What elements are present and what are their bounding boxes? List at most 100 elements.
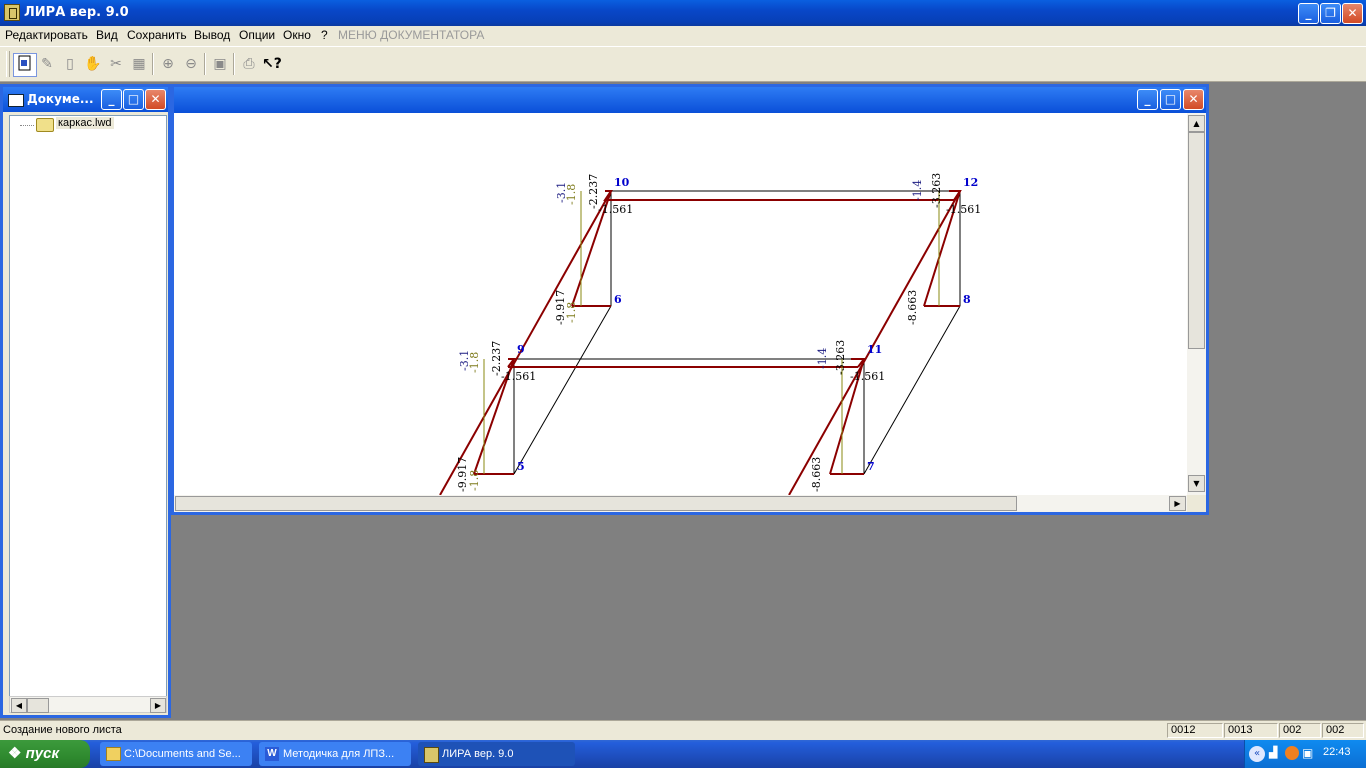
value-label: -9.917 bbox=[554, 290, 567, 325]
toolbar-separator bbox=[204, 53, 206, 75]
menu-save[interactable]: Сохранить bbox=[127, 28, 187, 42]
taskbar: ❖ пуск C:\Documents and Se... W Методичк… bbox=[0, 740, 1366, 768]
scroll-up-icon[interactable]: ▲ bbox=[1188, 115, 1205, 132]
toolbar: ✎ ▯ ✋ ✂ ▦ ⊕ ⊖ ▣ ⎙ ↖? bbox=[0, 46, 1366, 82]
close-button[interactable]: ✕ bbox=[1342, 3, 1363, 24]
task-label: Методичка для ЛПЗ... bbox=[283, 748, 395, 760]
statusbar: Создание нового листа 0012 0013 002 002 bbox=[0, 720, 1366, 740]
shear-diagram bbox=[483, 191, 940, 474]
node-label: 10 bbox=[614, 176, 630, 189]
display-icon[interactable]: ▣ bbox=[1302, 746, 1313, 760]
folder-icon bbox=[106, 747, 121, 761]
value-label: -1.561 bbox=[501, 370, 536, 383]
scroll-thumb[interactable] bbox=[27, 698, 49, 713]
toolbar-separator bbox=[152, 53, 154, 75]
node-label: 8 bbox=[963, 293, 971, 306]
value-label: -9.917 bbox=[456, 457, 469, 492]
network-icon[interactable]: ▟ bbox=[1269, 746, 1277, 759]
value-label: -1.4 bbox=[816, 348, 829, 369]
abc-pen-icon[interactable]: ✎ bbox=[38, 55, 56, 73]
drawing-canvas[interactable]: 10 12 6 8 9 11 5 7 -1.561 -1.561 -1.561 … bbox=[174, 113, 1187, 495]
value-label: -1.8 bbox=[468, 470, 481, 491]
value-label: -1.8 bbox=[565, 184, 578, 205]
toolbar-grip bbox=[6, 51, 10, 77]
doc-close-button[interactable]: ✕ bbox=[145, 89, 166, 110]
draw-close-button[interactable]: ✕ bbox=[1183, 89, 1204, 110]
restore-button[interactable]: ❐ bbox=[1320, 3, 1341, 24]
scroll-right-icon[interactable]: ▶ bbox=[150, 698, 166, 713]
scissors-icon[interactable]: ✂ bbox=[107, 55, 125, 73]
menu-options[interactable]: Опции bbox=[239, 28, 275, 42]
hand-icon[interactable]: ✋ bbox=[84, 55, 102, 73]
task-lira[interactable]: ЛИРА вер. 9.0 bbox=[418, 742, 575, 766]
scroll-down-icon[interactable]: ▼ bbox=[1188, 475, 1205, 492]
system-tray: « ▟ ▣ 22:43 bbox=[1244, 740, 1366, 768]
node-label: 9 bbox=[517, 343, 525, 356]
value-label: -2.237 bbox=[587, 174, 600, 209]
value-label: -1.561 bbox=[598, 203, 633, 216]
value-label: -1.561 bbox=[850, 370, 885, 383]
frame-diagram: 10 12 6 8 9 11 5 7 -1.561 -1.561 -1.561 … bbox=[439, 173, 981, 495]
menu-help[interactable]: ? bbox=[321, 28, 328, 42]
value-label: -8.663 bbox=[906, 290, 919, 325]
minimize-button[interactable]: _ bbox=[1298, 3, 1319, 24]
hatch-icon[interactable]: ▦ bbox=[130, 55, 148, 73]
draw-minimize-button[interactable]: _ bbox=[1137, 89, 1158, 110]
doc-minimize-button[interactable]: _ bbox=[101, 89, 122, 110]
drawing-titlebar: _ □ ✕ bbox=[174, 87, 1206, 113]
documents-title: Докуме... bbox=[27, 92, 94, 106]
value-label: -8.663 bbox=[810, 457, 823, 492]
node-label: 7 bbox=[867, 460, 875, 473]
scroll-left-icon[interactable]: ◀ bbox=[11, 698, 27, 713]
drawing-window: _ □ ✕ 10 12 6 8 9 11 5 7 -1.561 -1.561 -… bbox=[171, 84, 1209, 515]
value-label: -1.8 bbox=[468, 352, 481, 373]
status-pane: 002 bbox=[1279, 723, 1321, 738]
save-icon[interactable]: ▣ bbox=[211, 55, 229, 73]
doc-maximize-button[interactable]: □ bbox=[123, 89, 144, 110]
drawing-vscrollbar[interactable]: ▲ ▼ bbox=[1187, 113, 1206, 495]
doc-hscrollbar[interactable]: ◀ ▶ bbox=[9, 696, 167, 713]
value-label: -3.263 bbox=[930, 173, 943, 208]
draw-maximize-button[interactable]: □ bbox=[1160, 89, 1181, 110]
tree-connector bbox=[20, 125, 34, 126]
scroll-right-icon[interactable]: ▶ bbox=[1169, 496, 1186, 511]
menu-output[interactable]: Вывод bbox=[194, 28, 230, 42]
drawing-hscrollbar[interactable]: ▶ bbox=[174, 495, 1187, 512]
app-titlebar: ЛИРА вер. 9.0 _ ❐ ✕ bbox=[0, 0, 1366, 26]
start-button[interactable]: ❖ пуск bbox=[0, 740, 90, 768]
toolbar-separator bbox=[233, 53, 235, 75]
zoom-in-icon[interactable]: ⊕ bbox=[159, 55, 177, 73]
zoom-out-icon[interactable]: ⊖ bbox=[182, 55, 200, 73]
hscroll-thumb[interactable] bbox=[175, 496, 1017, 511]
task-label: C:\Documents and Se... bbox=[124, 748, 241, 760]
menubar: Редактировать Вид Сохранить Вывод Опции … bbox=[0, 26, 1366, 46]
node-label: 6 bbox=[614, 293, 622, 306]
antivirus-icon[interactable] bbox=[1285, 746, 1299, 760]
document-icon[interactable] bbox=[13, 53, 37, 77]
menu-window[interactable]: Окно bbox=[283, 28, 311, 42]
menu-edit[interactable]: Редактировать bbox=[5, 28, 88, 42]
task-word[interactable]: W Методичка для ЛПЗ... bbox=[259, 742, 411, 766]
lira-app-icon bbox=[424, 747, 439, 763]
node-label: 12 bbox=[963, 176, 978, 189]
tray-expand-icon[interactable]: « bbox=[1249, 746, 1265, 762]
node-label: 11 bbox=[867, 343, 882, 356]
menu-documentator[interactable]: МЕНЮ ДОКУМЕНТАТОРА bbox=[338, 28, 484, 42]
value-label: -1.4 bbox=[911, 180, 924, 201]
status-pane: 0013 bbox=[1224, 723, 1278, 738]
status-pane: 002 bbox=[1322, 723, 1364, 738]
value-label: -1.561 bbox=[946, 203, 981, 216]
windows-logo-icon: ❖ bbox=[8, 745, 22, 762]
lira-app-icon bbox=[4, 4, 20, 21]
task-explorer[interactable]: C:\Documents and Se... bbox=[100, 742, 252, 766]
clock: 22:43 bbox=[1323, 746, 1351, 758]
vscroll-thumb[interactable] bbox=[1188, 132, 1205, 349]
document-tree: каркас.lwd bbox=[9, 115, 167, 697]
menu-view[interactable]: Вид bbox=[96, 28, 118, 42]
status-pane: 0012 bbox=[1167, 723, 1223, 738]
print-icon[interactable]: ⎙ bbox=[240, 55, 258, 73]
page-icon[interactable]: ▯ bbox=[61, 55, 79, 73]
tree-item-file[interactable]: каркас.lwd bbox=[56, 117, 114, 129]
folder-icon bbox=[36, 118, 54, 132]
help-cursor-icon[interactable]: ↖? bbox=[262, 55, 282, 73]
